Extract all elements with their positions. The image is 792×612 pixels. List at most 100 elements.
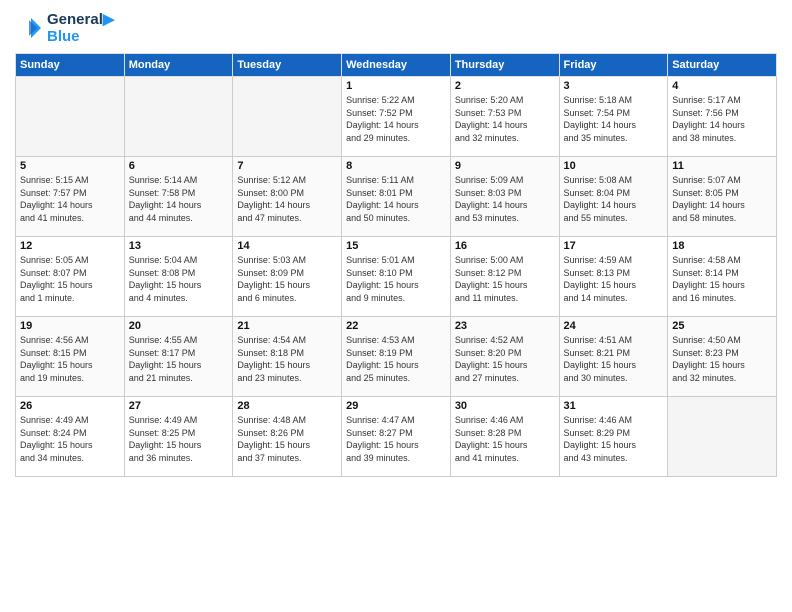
day-number: 6	[129, 160, 229, 172]
day-info: Sunrise: 5:17 AMSunset: 7:56 PMDaylight:…	[672, 94, 772, 144]
day-info: Sunrise: 5:09 AMSunset: 8:03 PMDaylight:…	[455, 174, 555, 224]
day-number: 3	[564, 80, 664, 92]
day-number: 11	[672, 160, 772, 172]
day-info: Sunrise: 4:55 AMSunset: 8:17 PMDaylight:…	[129, 334, 229, 384]
day-info: Sunrise: 5:05 AMSunset: 8:07 PMDaylight:…	[20, 254, 120, 304]
calendar-cell: 11 Sunrise: 5:07 AMSunset: 8:05 PMDayligh…	[668, 157, 777, 237]
day-info: Sunrise: 5:15 AMSunset: 7:57 PMDaylight:…	[20, 174, 120, 224]
week-row-4: 19 Sunrise: 4:56 AMSunset: 8:15 PMDayligh…	[16, 317, 777, 397]
day-info: Sunrise: 4:54 AMSunset: 8:18 PMDaylight:…	[237, 334, 337, 384]
weekday-thursday: Thursday	[450, 54, 559, 77]
calendar-cell: 20 Sunrise: 4:55 AMSunset: 8:17 PMDayligh…	[124, 317, 233, 397]
week-row-2: 5 Sunrise: 5:15 AMSunset: 7:57 PMDaylight…	[16, 157, 777, 237]
day-number: 5	[20, 160, 120, 172]
calendar-cell: 25 Sunrise: 4:50 AMSunset: 8:23 PMDayligh…	[668, 317, 777, 397]
calendar-cell: 27Sunrise: 4:49 AMSunset: 8:25 PMDayligh…	[124, 397, 233, 477]
day-number: 22	[346, 320, 446, 332]
day-number: 21	[237, 320, 337, 332]
day-number: 28	[237, 400, 337, 412]
day-info: Sunrise: 5:08 AMSunset: 8:04 PMDaylight:…	[564, 174, 664, 224]
calendar-cell: 14 Sunrise: 5:03 AMSunset: 8:09 PMDayligh…	[233, 237, 342, 317]
calendar-cell: 12 Sunrise: 5:05 AMSunset: 8:07 PMDayligh…	[16, 237, 125, 317]
calendar-cell: 6 Sunrise: 5:14 AMSunset: 7:58 PMDaylight…	[124, 157, 233, 237]
calendar-cell: 1Sunrise: 5:22 AMSunset: 7:52 PMDaylight…	[342, 77, 451, 157]
weekday-monday: Monday	[124, 54, 233, 77]
calendar-cell: 21 Sunrise: 4:54 AMSunset: 8:18 PMDayligh…	[233, 317, 342, 397]
day-number: 8	[346, 160, 446, 172]
calendar-cell: 31Sunrise: 4:46 AMSunset: 8:29 PMDayligh…	[559, 397, 668, 477]
calendar-cell: 17Sunrise: 4:59 AMSunset: 8:13 PMDayligh…	[559, 237, 668, 317]
day-info: Sunrise: 4:52 AMSunset: 8:20 PMDaylight:…	[455, 334, 555, 384]
calendar-cell: 7Sunrise: 5:12 AMSunset: 8:00 PMDaylight…	[233, 157, 342, 237]
calendar-cell: 29Sunrise: 4:47 AMSunset: 8:27 PMDayligh…	[342, 397, 451, 477]
week-row-1: 1Sunrise: 5:22 AMSunset: 7:52 PMDaylight…	[16, 77, 777, 157]
day-info: Sunrise: 5:04 AMSunset: 8:08 PMDaylight:…	[129, 254, 229, 304]
day-info: Sunrise: 5:01 AMSunset: 8:10 PMDaylight:…	[346, 254, 446, 304]
day-number: 20	[129, 320, 229, 332]
header: General▶ Blue	[15, 10, 777, 45]
day-info: Sunrise: 5:14 AMSunset: 7:58 PMDaylight:…	[129, 174, 229, 224]
day-info: Sunrise: 4:58 AMSunset: 8:14 PMDaylight:…	[672, 254, 772, 304]
day-info: Sunrise: 4:49 AMSunset: 8:25 PMDaylight:…	[129, 414, 229, 464]
calendar-cell: 28 Sunrise: 4:48 AMSunset: 8:26 PMDayligh…	[233, 397, 342, 477]
day-info: Sunrise: 4:48 AMSunset: 8:26 PMDaylight:…	[237, 414, 337, 464]
calendar-cell: 15 Sunrise: 5:01 AMSunset: 8:10 PMDayligh…	[342, 237, 451, 317]
calendar-cell: 10 Sunrise: 5:08 AMSunset: 8:04 PMDayligh…	[559, 157, 668, 237]
day-number: 16	[455, 240, 555, 252]
calendar-cell: 22 Sunrise: 4:53 AMSunset: 8:19 PMDayligh…	[342, 317, 451, 397]
day-number: 25	[672, 320, 772, 332]
calendar-cell	[233, 77, 342, 157]
calendar-cell	[16, 77, 125, 157]
day-number: 10	[564, 160, 664, 172]
day-number: 24	[564, 320, 664, 332]
calendar-cell: 2 Sunrise: 5:20 AMSunset: 7:53 PMDaylight…	[450, 77, 559, 157]
calendar-cell: 9 Sunrise: 5:09 AMSunset: 8:03 PMDaylight…	[450, 157, 559, 237]
calendar-cell: 23 Sunrise: 4:52 AMSunset: 8:20 PMDayligh…	[450, 317, 559, 397]
day-number: 15	[346, 240, 446, 252]
calendar-cell: 19 Sunrise: 4:56 AMSunset: 8:15 PMDayligh…	[16, 317, 125, 397]
weekday-saturday: Saturday	[668, 54, 777, 77]
day-info: Sunrise: 5:03 AMSunset: 8:09 PMDaylight:…	[237, 254, 337, 304]
day-info: Sunrise: 4:56 AMSunset: 8:15 PMDaylight:…	[20, 334, 120, 384]
weekday-sunday: Sunday	[16, 54, 125, 77]
day-info: Sunrise: 4:53 AMSunset: 8:19 PMDaylight:…	[346, 334, 446, 384]
day-number: 18	[672, 240, 772, 252]
day-info: Sunrise: 4:47 AMSunset: 8:27 PMDaylight:…	[346, 414, 446, 464]
day-info: Sunrise: 4:49 AMSunset: 8:24 PMDaylight:…	[20, 414, 120, 464]
calendar-table: SundayMondayTuesdayWednesdayThursdayFrid…	[15, 53, 777, 477]
logo: General▶ Blue	[15, 10, 114, 45]
day-number: 12	[20, 240, 120, 252]
day-info: Sunrise: 5:11 AMSunset: 8:01 PMDaylight:…	[346, 174, 446, 224]
day-info: Sunrise: 5:20 AMSunset: 7:53 PMDaylight:…	[455, 94, 555, 144]
day-info: Sunrise: 4:50 AMSunset: 8:23 PMDaylight:…	[672, 334, 772, 384]
calendar-cell	[668, 397, 777, 477]
day-number: 4	[672, 80, 772, 92]
day-number: 7	[237, 160, 337, 172]
calendar-cell: 8 Sunrise: 5:11 AMSunset: 8:01 PMDaylight…	[342, 157, 451, 237]
calendar-cell	[124, 77, 233, 157]
week-row-3: 12 Sunrise: 5:05 AMSunset: 8:07 PMDayligh…	[16, 237, 777, 317]
calendar-cell: 18 Sunrise: 4:58 AMSunset: 8:14 PMDayligh…	[668, 237, 777, 317]
calendar-cell: 16Sunrise: 5:00 AMSunset: 8:12 PMDayligh…	[450, 237, 559, 317]
day-number: 23	[455, 320, 555, 332]
day-number: 13	[129, 240, 229, 252]
day-info: Sunrise: 5:18 AMSunset: 7:54 PMDaylight:…	[564, 94, 664, 144]
logo-icon	[15, 14, 43, 42]
weekday-header-row: SundayMondayTuesdayWednesdayThursdayFrid…	[16, 54, 777, 77]
weekday-tuesday: Tuesday	[233, 54, 342, 77]
day-info: Sunrise: 4:59 AMSunset: 8:13 PMDaylight:…	[564, 254, 664, 304]
calendar-cell: 13 Sunrise: 5:04 AMSunset: 8:08 PMDayligh…	[124, 237, 233, 317]
calendar-cell: 24 Sunrise: 4:51 AMSunset: 8:21 PMDayligh…	[559, 317, 668, 397]
day-info: Sunrise: 5:22 AMSunset: 7:52 PMDaylight:…	[346, 94, 446, 144]
day-number: 26	[20, 400, 120, 412]
weekday-wednesday: Wednesday	[342, 54, 451, 77]
calendar-cell: 26 Sunrise: 4:49 AMSunset: 8:24 PMDayligh…	[16, 397, 125, 477]
calendar-cell: 5 Sunrise: 5:15 AMSunset: 7:57 PMDaylight…	[16, 157, 125, 237]
day-number: 2	[455, 80, 555, 92]
day-info: Sunrise: 5:07 AMSunset: 8:05 PMDaylight:…	[672, 174, 772, 224]
day-number: 19	[20, 320, 120, 332]
day-info: Sunrise: 4:51 AMSunset: 8:21 PMDaylight:…	[564, 334, 664, 384]
page: General▶ Blue SundayMondayTuesdayWednesd…	[0, 0, 792, 487]
day-number: 9	[455, 160, 555, 172]
day-number: 14	[237, 240, 337, 252]
